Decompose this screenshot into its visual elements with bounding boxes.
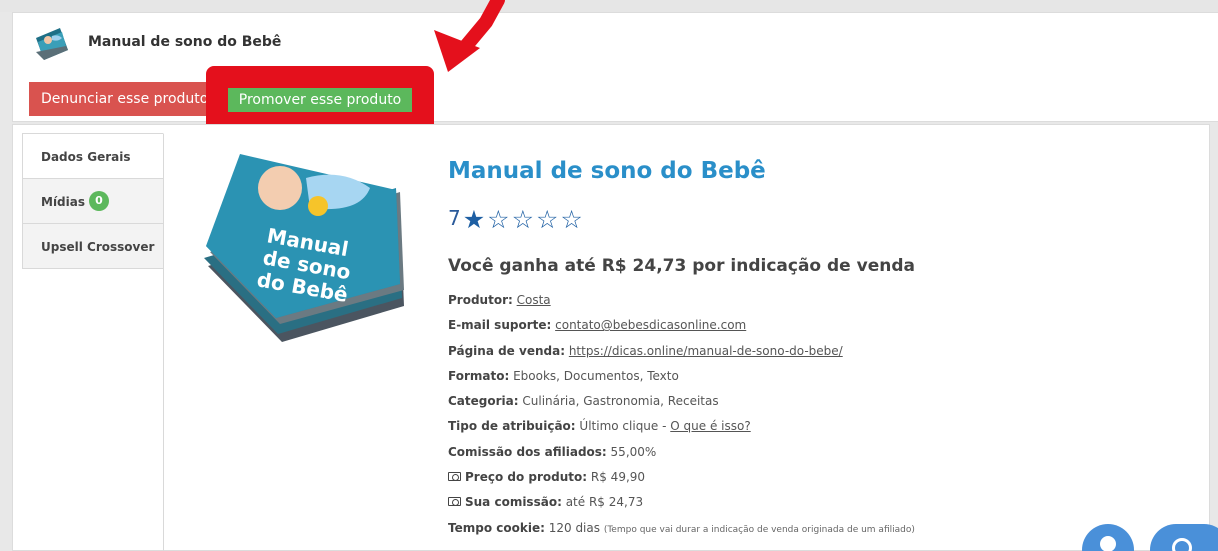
star-outline-icon: ☆	[560, 205, 583, 234]
support-email-link[interactable]: contato@bebesdicasonline.com	[555, 318, 746, 332]
page-title: Manual de sono do Bebê	[88, 34, 282, 50]
media-count-badge: 0	[89, 190, 109, 211]
product-cover-image: Manual de sono do Bebê	[204, 154, 404, 342]
info-label: Produtor:	[448, 293, 513, 307]
tab-label: Dados Gerais	[41, 150, 131, 164]
tab-dados-gerais[interactable]: Dados Gerais	[22, 133, 164, 179]
star-outline-icon: ☆	[511, 205, 534, 234]
info-value: 120 dias	[548, 520, 600, 535]
product-info-list: Produtor: Costa E-mail suporte: contato@…	[448, 290, 915, 543]
rating-value: 7	[448, 206, 461, 230]
info-row-cookie: Tempo cookie: 120 dias (Tempo que vai du…	[448, 518, 915, 543]
info-label: Categoria:	[448, 394, 519, 409]
money-icon	[448, 472, 461, 482]
info-row-your-commission: Sua comissão: até R$ 24,73	[448, 492, 915, 517]
product-title: Manual de sono do Bebê	[448, 158, 766, 184]
earnings-text: Você ganha até R$ 24,73 por indicação de…	[448, 256, 915, 276]
info-row-commission: Comissão dos afiliados: 55,00%	[448, 442, 915, 467]
product-thumbnail	[36, 28, 68, 60]
info-value: Culinária, Gastronomia, Receitas	[522, 394, 719, 409]
arrow-annotation-icon	[434, 0, 505, 72]
info-value: R$ 49,90	[590, 470, 646, 485]
product-tabs: Dados Gerais Mídias 0 Upsell Crossover	[22, 133, 164, 269]
info-value: 55,00%	[610, 444, 657, 459]
info-row-sales-page: Página de venda: https://dicas.online/ma…	[448, 341, 915, 366]
promote-product-button[interactable]: Promover esse produto	[228, 88, 412, 112]
star-outline-icon: ☆	[487, 205, 510, 234]
producer-link[interactable]: Costa	[517, 293, 551, 307]
info-label: E-mail suporte:	[448, 318, 552, 333]
report-product-button[interactable]: Denunciar esse produto	[29, 82, 229, 116]
help-chat-button[interactable]	[1150, 524, 1218, 551]
info-row-producer: Produtor: Costa	[448, 290, 915, 315]
info-label: Tempo cookie:	[448, 520, 545, 535]
info-value: até R$ 24,73	[565, 495, 644, 510]
info-value: Último clique -	[579, 419, 667, 434]
cookie-note: (Tempo que vai durar a indicação de vend…	[603, 524, 915, 535]
info-value: Ebooks, Documentos, Texto	[513, 368, 679, 383]
star-outline-icon: ☆	[536, 205, 559, 234]
info-row-email: E-mail suporte: contato@bebesdicasonline…	[448, 315, 915, 340]
info-row-format: Formato: Ebooks, Documentos, Texto	[448, 366, 915, 391]
info-row-category: Categoria: Culinária, Gastronomia, Recei…	[448, 391, 915, 416]
star-filled-icon: ★	[462, 205, 486, 234]
info-label: Sua comissão:	[465, 495, 562, 510]
tab-upsell-crossover[interactable]: Upsell Crossover	[22, 223, 164, 269]
info-row-price: Preço do produto: R$ 49,90	[448, 467, 915, 492]
top-strip	[0, 0, 1218, 12]
tab-divider	[163, 134, 164, 551]
attribution-help-link[interactable]: O que é isso?	[670, 419, 750, 433]
info-label: Página de venda:	[448, 343, 565, 358]
tab-midias[interactable]: Mídias 0	[22, 178, 164, 224]
money-icon	[448, 497, 461, 507]
info-label: Tipo de atribuição:	[448, 419, 576, 434]
info-label: Formato:	[448, 368, 510, 383]
info-label: Comissão dos afiliados:	[448, 444, 607, 459]
info-label: Preço do produto:	[465, 470, 588, 485]
info-row-attribution: Tipo de atribuição: Último clique - O qu…	[448, 416, 915, 441]
sales-page-link[interactable]: https://dicas.online/manual-de-sono-do-b…	[569, 344, 843, 358]
product-rating: 7 ★ ☆ ☆ ☆ ☆	[448, 206, 585, 234]
tab-label: Upsell Crossover	[41, 240, 155, 254]
tab-label: Mídias	[41, 195, 85, 209]
